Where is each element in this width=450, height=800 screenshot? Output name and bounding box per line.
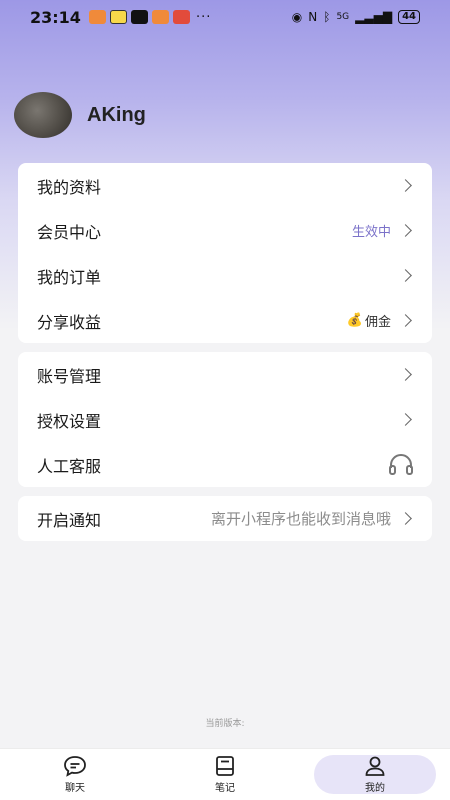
heart-app-icon <box>151 10 169 24</box>
tab-notes[interactable]: 笔记 <box>150 749 300 800</box>
profile-header[interactable]: AKing <box>14 92 146 138</box>
notebook-icon <box>216 756 234 776</box>
menu-item-label: 开启通知 <box>37 510 102 530</box>
person-icon <box>365 756 385 776</box>
menu-item-label: 我的订单 <box>37 267 102 287</box>
notification-icons <box>88 10 190 24</box>
more-notifications-indicator: ··· <box>195 9 212 25</box>
chevron-right-icon <box>399 512 412 525</box>
yellow-app-icon <box>109 10 127 24</box>
chevron-right-icon <box>399 368 412 381</box>
status-time: 23:14 <box>30 7 81 27</box>
tab-mine[interactable]: 我的 <box>300 749 450 800</box>
avatar[interactable] <box>14 92 72 138</box>
tab-label: 我的 <box>365 783 385 794</box>
menu-item-share-earnings[interactable]: 分享收益 💰 佣金 <box>18 298 432 343</box>
bottom-tab-bar: 聊天 笔记 我的 <box>0 748 450 800</box>
tab-label: 聊天 <box>65 783 85 794</box>
chat-icon <box>64 756 86 777</box>
nfc-icon: N <box>308 10 318 24</box>
menu-item-enable-notifications[interactable]: 开启通知 离开小程序也能收到消息哦 <box>18 496 432 541</box>
heart-app-icon <box>88 10 106 24</box>
menu-item-orders[interactable]: 我的订单 <box>18 253 432 298</box>
menu-item-label: 账号管理 <box>37 366 102 386</box>
signal-icon: ▂▃▅▇ <box>355 10 393 24</box>
chevron-right-icon <box>399 269 412 282</box>
menu-item-label: 分享收益 <box>37 312 102 332</box>
menu-item-membership[interactable]: 会员中心 生效中 <box>18 208 432 253</box>
headset-icon <box>389 453 413 475</box>
menu-card-account: 我的资料 会员中心 生效中 我的订单 分享收益 💰 佣金 <box>18 163 432 343</box>
version-label: 当前版本: <box>205 719 245 729</box>
menu-item-my-profile[interactable]: 我的资料 <box>18 163 432 208</box>
chevron-right-icon <box>399 179 412 192</box>
chevron-right-icon <box>399 224 412 237</box>
menu-item-label: 我的资料 <box>37 177 102 197</box>
chevron-right-icon <box>399 314 412 327</box>
eye-icon: ◉ <box>291 10 303 24</box>
money-bag-icon: 💰 <box>346 313 363 328</box>
menu-card-notify: 开启通知 离开小程序也能收到消息哦 <box>18 496 432 541</box>
menu-card-settings: 账号管理 授权设置 人工客服 <box>18 352 432 487</box>
battery-icon: 44 <box>398 10 420 24</box>
username: AKing <box>87 103 146 126</box>
menu-item-label: 会员中心 <box>37 222 102 242</box>
red-app-icon <box>172 10 190 24</box>
bluetooth-icon: ᛒ <box>323 10 331 24</box>
menu-item-customer-service[interactable]: 人工客服 <box>18 442 432 487</box>
menu-item-label: 授权设置 <box>37 411 102 431</box>
menu-item-label: 人工客服 <box>37 456 102 476</box>
chevron-right-icon <box>399 413 412 426</box>
membership-status: 生效中 <box>351 225 391 240</box>
tab-chat[interactable]: 聊天 <box>0 749 150 800</box>
tiktok-icon <box>130 10 148 24</box>
system-indicators: ◉ N ᛒ 5G ▂▃▅▇ 44 <box>292 10 420 24</box>
notification-hint: 离开小程序也能收到消息哦 <box>210 510 391 528</box>
network-label: 5G <box>336 12 350 22</box>
status-bar: 23:14 ··· ◉ N ᛒ 5G ▂▃▅▇ 44 <box>0 0 450 34</box>
tab-label: 笔记 <box>215 783 235 794</box>
menu-item-account-management[interactable]: 账号管理 <box>18 352 432 397</box>
menu-item-authorization-settings[interactable]: 授权设置 <box>18 397 432 442</box>
commission-label: 佣金 <box>364 315 391 330</box>
